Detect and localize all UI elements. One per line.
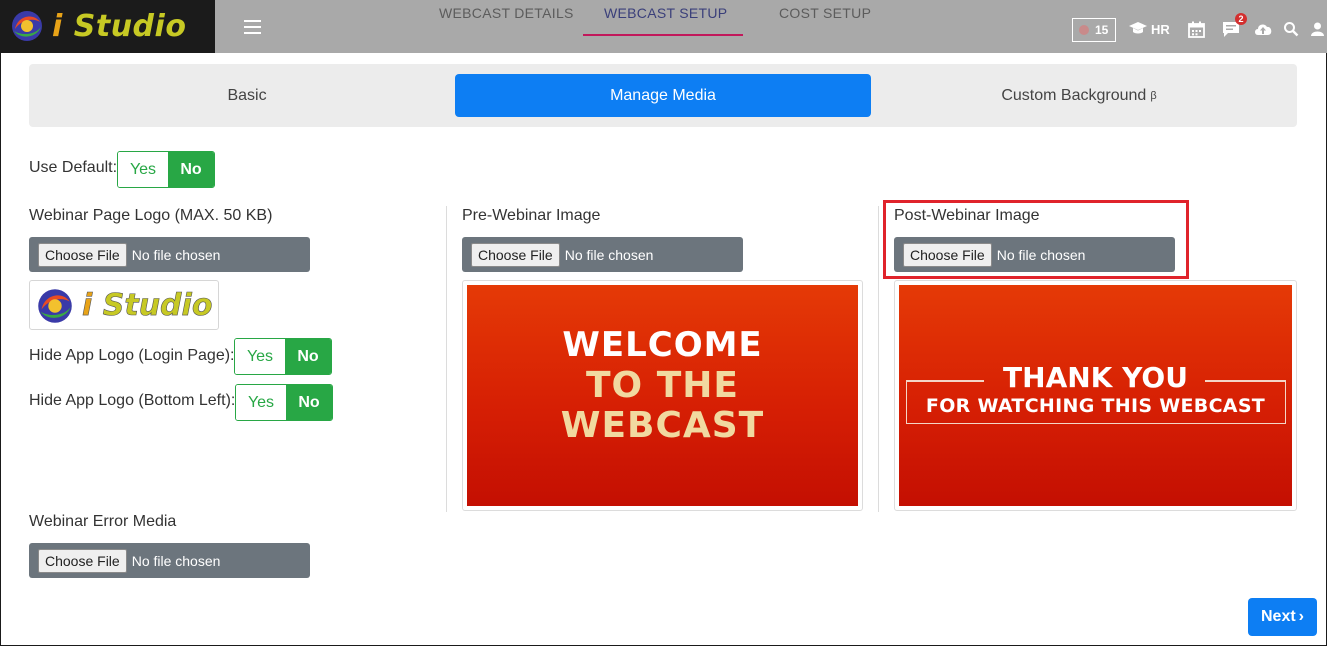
brand-name-i: i [52, 9, 63, 44]
error-media-file-input: Choose File No file chosen [29, 543, 310, 578]
user-icon[interactable] [1310, 19, 1325, 39]
hr-menu[interactable]: HR [1128, 19, 1170, 39]
hide-bottom-logo-no[interactable]: No [286, 385, 332, 420]
record-counter[interactable]: 15 [1072, 18, 1116, 42]
brand-name-rest: Studio [73, 9, 187, 44]
brand-area[interactable]: i Studio [0, 0, 215, 53]
hr-label: HR [1151, 21, 1170, 37]
hide-login-logo-label: Hide App Logo (Login Page): [29, 347, 235, 364]
use-default-no[interactable]: No [168, 152, 214, 187]
subtab-manage-media[interactable]: Manage Media [455, 74, 871, 117]
pre-webinar-text-line-2: TO THE [586, 365, 739, 406]
pre-webinar-image-preview: WELCOME TO THE WEBCAST [462, 280, 863, 511]
active-tab-underline [583, 34, 743, 36]
pre-webinar-text-line-1: WELCOME [562, 325, 763, 365]
media-subtabs: Basic Manage Media Custom Background β [29, 64, 1297, 127]
post-webinar-text-line-1: THANK YOU [1003, 361, 1188, 394]
hide-bottom-logo-yes[interactable]: Yes [236, 385, 286, 420]
next-button[interactable]: Next › [1248, 598, 1317, 636]
chevron-right-icon: › [1298, 608, 1304, 625]
record-count: 15 [1095, 23, 1109, 37]
pre-webinar-choose-file-button[interactable]: Choose File [471, 242, 560, 267]
tab-webcast-setup[interactable]: WEBCAST SETUP [604, 5, 727, 21]
pre-webinar-file-input: Choose File No file chosen [462, 237, 743, 272]
next-button-label: Next [1260, 608, 1296, 625]
subtab-custom-background-label: Custom Background [1001, 86, 1147, 104]
page-logo-file-input: Choose File No file chosen [29, 237, 310, 272]
post-webinar-highlight-box [883, 200, 1189, 279]
post-webinar-image-preview: THANK YOU FOR WATCHING THIS WEBCAST [894, 280, 1297, 511]
pre-webinar-text-line-3: WEBCAST [560, 405, 765, 446]
brand-name: i Studio [52, 10, 186, 44]
search-icon[interactable] [1283, 19, 1299, 39]
top-bar: i Studio WEBCAST DETAILS WEBCAST SETUP C… [0, 0, 1327, 53]
logo-preview-rest: Studio [102, 288, 213, 324]
use-default-toggle: Yes No [117, 151, 215, 188]
hide-login-logo-yes[interactable]: Yes [235, 339, 285, 374]
tab-cost-setup[interactable]: COST SETUP [779, 5, 871, 21]
menu-icon[interactable] [244, 20, 261, 34]
column-divider [878, 206, 879, 512]
error-media-file-status: No file chosen [131, 552, 221, 569]
use-default-yes[interactable]: Yes [118, 152, 168, 187]
hide-login-logo-no[interactable]: No [285, 339, 331, 374]
page-logo-file-status: No file chosen [131, 246, 221, 263]
post-webinar-text-line-2: FOR WATCHING THIS WEBCAST [925, 395, 1266, 417]
post-webinar-image: THANK YOU FOR WATCHING THIS WEBCAST [899, 285, 1292, 506]
logo-preview-i: i [82, 288, 93, 324]
notification-badge: 2 [1235, 13, 1247, 25]
calendar-icon[interactable] [1188, 19, 1205, 39]
column-divider [446, 206, 447, 512]
hide-login-logo-toggle: Yes No [234, 338, 332, 375]
error-media-label: Webinar Error Media [29, 513, 177, 530]
pre-webinar-label: Pre-Webinar Image [462, 207, 601, 224]
beta-mark: β [1150, 89, 1157, 102]
subtab-basic[interactable]: Basic [39, 74, 455, 117]
istudio-logo-icon [38, 289, 72, 323]
page-logo-label: Webinar Page Logo (MAX. 50 KB) [29, 207, 273, 224]
error-media-choose-file-button[interactable]: Choose File [38, 548, 127, 573]
pre-webinar-image: WELCOME TO THE WEBCAST [467, 285, 858, 506]
graduation-cap-icon [1129, 22, 1147, 34]
record-icon [1079, 25, 1089, 35]
pre-webinar-file-status: No file chosen [564, 246, 654, 263]
hide-bottom-logo-toggle: Yes No [235, 384, 333, 421]
hide-bottom-logo-label: Hide App Logo (Bottom Left): [29, 392, 236, 409]
cloud-upload-icon[interactable] [1253, 19, 1273, 39]
page-logo-choose-file-button[interactable]: Choose File [38, 242, 127, 267]
subtab-custom-background[interactable]: Custom Background β [871, 74, 1287, 117]
tab-webcast-details[interactable]: WEBCAST DETAILS [439, 5, 574, 21]
use-default-label: Use Default: [29, 159, 118, 176]
page-logo-preview: i Studio [29, 280, 219, 330]
logo-preview-text: i Studio [82, 288, 213, 324]
brand-logo-icon [12, 11, 42, 41]
